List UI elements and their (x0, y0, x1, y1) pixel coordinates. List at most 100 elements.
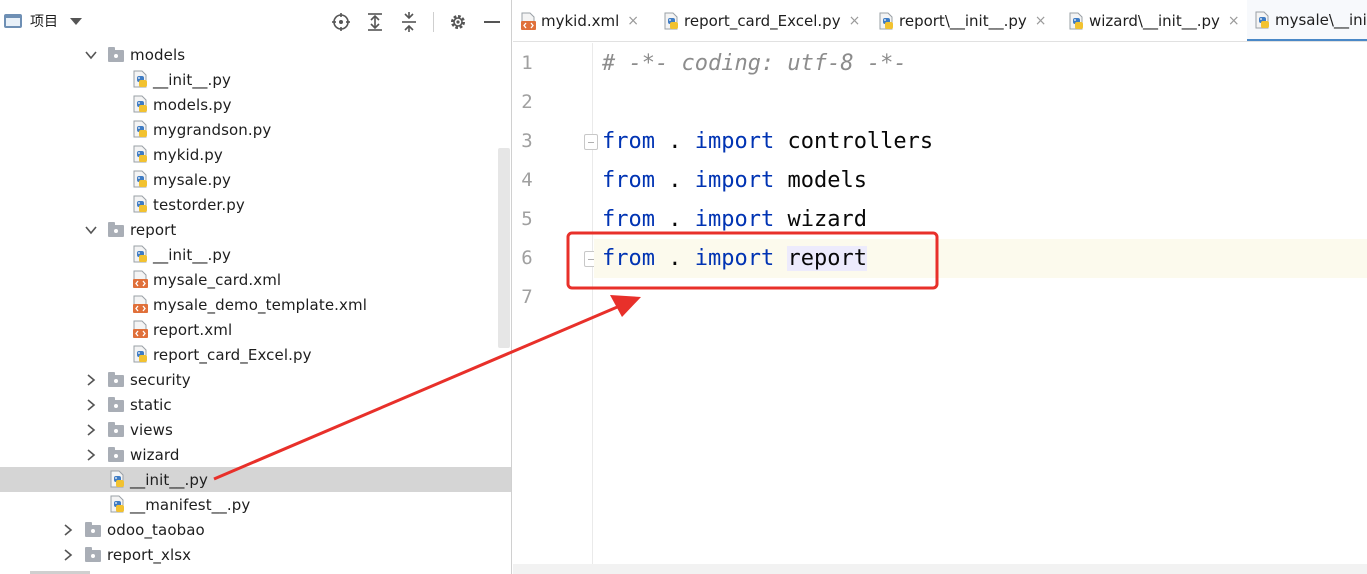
project-tree-scrollbar[interactable] (498, 148, 510, 348)
tree-item-label: odoo_taobao (107, 520, 205, 539)
tree-file-row[interactable]: __init__.py (0, 467, 511, 492)
chevron-right-icon[interactable] (84, 423, 98, 437)
editor-tab[interactable]: mysale\__init__.py (1247, 0, 1367, 41)
tree-folder-row[interactable]: report_xlsx (0, 542, 511, 567)
code-token: from (602, 129, 655, 154)
line-number: 2 (521, 91, 533, 113)
line-number: 7 (521, 286, 533, 308)
xml-file-icon (133, 270, 148, 288)
tree-file-row[interactable]: report.xml (0, 317, 511, 342)
close-icon[interactable]: × (1228, 13, 1240, 29)
line-number: 6 (521, 247, 533, 269)
python-file-icon (133, 70, 147, 88)
editor-horizontal-scrollbar[interactable] (513, 564, 1367, 574)
tree-item-label: static (130, 395, 172, 414)
tree-folder-row[interactable]: static (0, 392, 511, 417)
code-token: import (694, 246, 775, 271)
code-token: models (774, 168, 867, 193)
folder-icon (108, 46, 124, 64)
tree-item-label: __init__.py (153, 70, 231, 89)
python-file-icon (110, 470, 124, 488)
tree-file-row[interactable]: models.py (0, 92, 511, 117)
tree-file-row[interactable]: __manifest__.py (0, 492, 511, 517)
editor-gutter: 1 2 3 4 5 6 7 (513, 43, 598, 574)
chevron-down-icon[interactable] (84, 223, 98, 237)
expand-all-icon[interactable] (365, 12, 385, 32)
python-file-icon (879, 12, 893, 30)
tree-file-row[interactable]: testorder.py (0, 192, 511, 217)
chevron-right-icon[interactable] (84, 398, 98, 412)
python-file-icon-wrap (133, 170, 149, 188)
line-number: 1 (521, 52, 533, 74)
tree-file-row[interactable]: report_card_Excel.py (0, 342, 511, 367)
python-file-icon-wrap (133, 245, 149, 263)
tree-file-row[interactable]: mysale.py (0, 167, 511, 192)
tree-item-label: views (130, 420, 173, 439)
tree-folder-row[interactable]: security (0, 367, 511, 392)
tree-folder-row[interactable]: views (0, 417, 511, 442)
code-token: import (694, 129, 775, 154)
chevron-down-icon[interactable] (84, 48, 98, 62)
gear-icon[interactable] (448, 12, 468, 32)
line-number: 3 (521, 130, 533, 152)
line-number: 5 (521, 208, 533, 230)
chevron-right-icon[interactable] (84, 448, 98, 462)
tree-item-label: security (130, 370, 191, 389)
tree-item-label: __manifest__.py (130, 495, 251, 514)
close-icon[interactable]: × (627, 13, 639, 29)
tree-item-label: mysale.py (153, 170, 231, 189)
tree-file-row[interactable]: __init__.py (0, 242, 511, 267)
python-file-icon-wrap (664, 12, 680, 30)
code-token: from (602, 246, 655, 271)
tree-folder-row[interactable]: odoo_taobao (0, 517, 511, 542)
python-file-icon (664, 12, 678, 30)
close-icon[interactable]: × (849, 13, 861, 29)
python-file-icon-wrap (133, 145, 149, 163)
close-icon[interactable]: × (1035, 13, 1047, 29)
tree-item-label: mysale_demo_template.xml (153, 295, 367, 314)
tree-folder-row[interactable]: report (0, 217, 511, 242)
tree-file-row[interactable]: __init__.py (0, 67, 511, 92)
tree-file-row[interactable]: mykid.py (0, 142, 511, 167)
code-token: . (654, 246, 695, 271)
xml-file-icon (133, 320, 148, 338)
editor-tab[interactable]: report\__init__.py × (871, 0, 1047, 41)
chevron-down-icon[interactable] (70, 17, 82, 25)
collapse-all-icon[interactable] (399, 12, 419, 32)
python-file-icon-wrap (1069, 12, 1085, 30)
locate-file-icon[interactable] (331, 12, 351, 32)
xml-file-icon-wrap (133, 295, 149, 313)
tree-file-row[interactable]: mygrandson.py (0, 117, 511, 142)
python-file-icon-wrap (133, 195, 149, 213)
code-line: from . import report (602, 239, 867, 278)
chevron-right-icon[interactable] (61, 548, 75, 562)
editor-tab[interactable]: report_card_Excel.py × (656, 0, 861, 41)
code-line: from . import models (602, 161, 867, 200)
line-number: 4 (521, 169, 533, 191)
editor-tab-label: report\__init__.py (899, 12, 1027, 30)
python-file-icon (133, 120, 147, 138)
python-file-icon (133, 145, 147, 163)
chevron-right-icon[interactable] (61, 523, 75, 537)
tree-file-row[interactable]: mysale_demo_template.xml (0, 292, 511, 317)
project-panel-toolbar (331, 12, 502, 32)
python-file-icon-wrap (1255, 11, 1271, 29)
tree-folder-row[interactable]: wizard (0, 442, 511, 467)
python-file-icon-wrap (133, 70, 149, 88)
editor-tab[interactable]: wizard\__init__.py × (1061, 0, 1240, 41)
tree-file-row[interactable]: mysale_card.xml (0, 267, 511, 292)
code-token: import (694, 207, 775, 232)
chevron-right-icon[interactable] (84, 373, 98, 387)
hide-panel-icon[interactable] (482, 12, 502, 32)
python-file-icon-wrap (110, 495, 126, 513)
code-area[interactable]: # -*- coding: utf-8 -*- from . import con… (594, 43, 1367, 574)
tree-item-label: testorder.py (153, 195, 245, 214)
tree-item-label: wizard (130, 445, 180, 464)
python-file-icon-wrap (133, 95, 149, 113)
code-line: from . import controllers (602, 122, 933, 161)
tree-item-label: mykid.py (153, 145, 223, 164)
tree-folder-row[interactable]: models (0, 42, 511, 67)
project-view-selector[interactable]: 项目 (0, 11, 82, 31)
editor-tab[interactable]: mykid.xml × (513, 0, 639, 41)
